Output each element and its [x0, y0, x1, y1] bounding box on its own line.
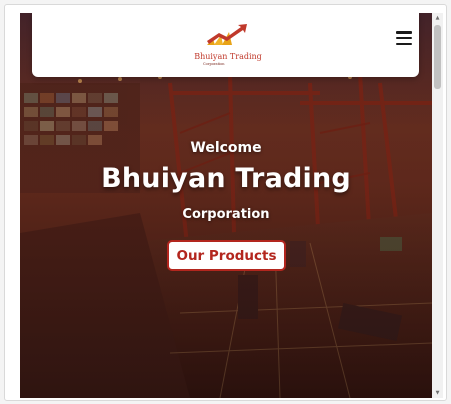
site-header: Bhuiyan Trading Corporation [32, 13, 419, 77]
hero-subtitle: Corporation [182, 207, 270, 222]
hero-welcome-text: Welcome [190, 140, 262, 156]
hamburger-menu-icon[interactable] [396, 31, 412, 45]
scroll-down-arrow-icon[interactable]: ▼ [432, 388, 443, 398]
menu-line [396, 36, 412, 40]
company-logo[interactable]: Bhuiyan Trading Corporation [191, 21, 265, 69]
vertical-scrollbar[interactable]: ▲ ▼ [432, 13, 443, 398]
logo-company-sub: Corporation [203, 62, 225, 66]
scroll-up-arrow-icon[interactable]: ▲ [432, 13, 443, 23]
our-products-button[interactable]: Our Products [167, 240, 286, 271]
menu-line [396, 42, 412, 45]
menu-line [396, 31, 412, 34]
growth-arrow-logo-icon [207, 24, 247, 45]
hero-title: Bhuiyan Trading [101, 163, 351, 194]
logo-company-name: Bhuiyan Trading [194, 52, 262, 61]
scrollbar-thumb[interactable] [434, 25, 441, 89]
page-viewport: Bhuiyan Trading Corporation Welcome Bhui… [20, 13, 432, 398]
